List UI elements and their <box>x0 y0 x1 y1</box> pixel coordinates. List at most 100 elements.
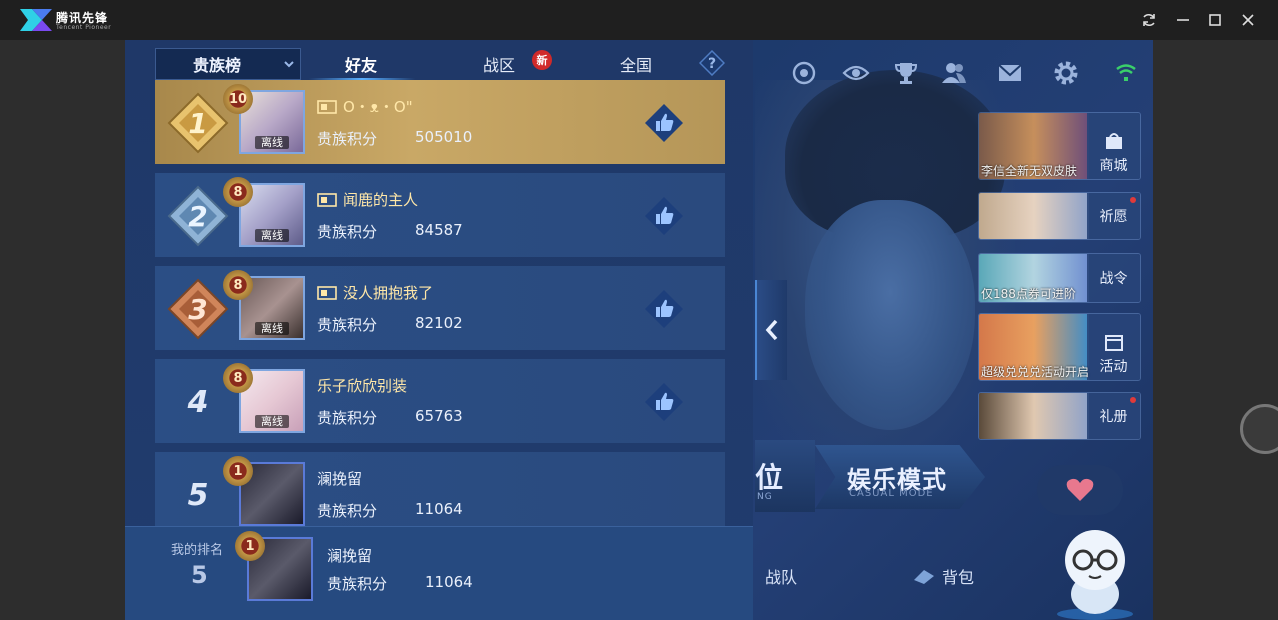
thumbs-up-icon[interactable] <box>643 195 685 237</box>
svg-text:1: 1 <box>188 107 207 140</box>
new-badge: 新 <box>532 50 552 70</box>
noble-level-badge: 8 <box>223 177 253 207</box>
player-name: 没人拥抱我了 <box>317 282 433 303</box>
leaderboard-panel: 贵族榜 好友 战区 新 全国 ? 1 离线 10 O・ᴥ・O" 贵族积分 505… <box>125 40 753 620</box>
svg-text:?: ? <box>708 56 716 72</box>
game-screen: 商城 李信全新无双皮肤 祈愿 战令 仅188点券可进阶 活动 超级兑兑兑活动开启… <box>125 40 1153 620</box>
player-name: 澜挽留 <box>317 468 362 489</box>
app-subtitle: Tencent Pioneer <box>56 24 112 31</box>
score-value: 65763 <box>415 407 463 425</box>
rank-number: 5 <box>187 477 209 513</box>
tile-shop-label: 商城 <box>1099 158 1128 174</box>
tab-region[interactable]: 战区 <box>483 52 515 76</box>
ranked-mode-label: 位 <box>755 461 784 494</box>
gear-icon <box>1054 61 1078 85</box>
target-icon <box>792 61 816 85</box>
leaderboard-row[interactable]: 5 1 澜挽留 贵族积分 11064 <box>155 452 725 526</box>
nav-team[interactable]: 战队 <box>765 564 797 588</box>
notification-dot <box>1130 397 1136 403</box>
online-status: 离线 <box>255 322 289 335</box>
rank-number: 4 <box>187 384 209 420</box>
leaderboard-row[interactable]: 1 离线 10 O・ᴥ・O" 贵族积分 505010 <box>155 80 725 164</box>
my-score-value: 11064 <box>425 573 473 591</box>
mail-button[interactable] <box>995 58 1025 88</box>
my-rank-bar: 我的排名 5 1 澜挽留 贵族积分 11064 <box>125 526 753 620</box>
close-button[interactable] <box>1234 6 1262 34</box>
leaderboard-row[interactable]: 2 离线 8 闻鹿的主人 贵族积分 84587 <box>155 173 725 257</box>
tile-battle-pass-caption: 仅188点券可进阶 <box>981 287 1076 301</box>
score-label: 贵族积分 <box>317 223 378 241</box>
tile-gift-book-label: 礼册 <box>1099 409 1128 425</box>
refresh-button[interactable] <box>1135 6 1163 34</box>
noble-level-badge: 8 <box>223 363 253 393</box>
nav-backpack[interactable]: 背包 <box>910 564 974 588</box>
like-bubble[interactable] <box>1037 465 1123 515</box>
my-rank-number: 5 <box>191 561 208 589</box>
score-value: 84587 <box>415 221 463 239</box>
svg-text:2: 2 <box>188 200 207 233</box>
leaderboard-type-dropdown[interactable]: 贵族榜 <box>155 48 301 80</box>
score-label: 贵族积分 <box>317 316 378 334</box>
pet-mascot[interactable] <box>1053 520 1137 620</box>
online-status: 离线 <box>255 136 289 149</box>
top-icon-bar <box>755 54 1153 94</box>
score-label: 贵族积分 <box>317 409 378 427</box>
tile-events-caption: 超级兑兑兑活动开启 <box>981 365 1090 379</box>
hero-portrait <box>805 200 975 430</box>
spectate-button[interactable] <box>841 58 871 88</box>
thumbs-up-icon[interactable] <box>643 381 685 423</box>
player-name: 闻鹿的主人 <box>317 189 418 210</box>
trophy-button[interactable] <box>891 58 921 88</box>
trophy-icon <box>894 63 918 84</box>
question-icon[interactable]: ? <box>699 50 725 76</box>
nameplate-icon <box>317 99 337 114</box>
dropdown-value: 贵族榜 <box>192 56 241 75</box>
player-name-text: O・ᴥ・O" <box>343 98 413 116</box>
score-value: 11064 <box>415 500 463 518</box>
tile-shop-caption: 李信全新无双皮肤 <box>981 164 1078 178</box>
nameplate-icon <box>317 285 337 300</box>
nav-backpack-label: 背包 <box>942 568 975 587</box>
casual-mode-sublabel: CASUAL MODE <box>849 488 934 499</box>
wifi-signal-icon <box>1116 64 1136 81</box>
thumbs-up-icon[interactable] <box>643 102 685 144</box>
leaderboard-tabs: 贵族榜 好友 战区 新 全国 ? <box>155 46 725 82</box>
player-name: 乐子欣欣别装 <box>317 375 407 396</box>
score-value: 82102 <box>415 314 463 332</box>
settings-button[interactable] <box>1051 58 1081 88</box>
target-button[interactable] <box>789 58 819 88</box>
tile-shop[interactable]: 商城 李信全新无双皮肤 <box>978 112 1141 180</box>
refresh-icon <box>1143 13 1155 27</box>
friends-button[interactable] <box>939 58 969 88</box>
noble-level-badge: 8 <box>223 270 253 300</box>
player-name-text: 澜挽留 <box>317 470 363 488</box>
maximize-button[interactable] <box>1201 6 1229 34</box>
player-name-text: 闻鹿的主人 <box>343 191 419 209</box>
tab-friends[interactable]: 好友 <box>345 52 377 76</box>
score-value: 505010 <box>415 128 473 146</box>
tile-wish-image <box>979 193 1089 239</box>
eye-icon <box>842 65 870 81</box>
window-title-bar: 腾讯先锋 Tencent Pioneer <box>0 0 1278 40</box>
leaderboard-row[interactable]: 4 离线 8 乐子欣欣别装 贵族积分 65763 <box>155 359 725 443</box>
player-name-text: 没人拥抱我了 <box>343 284 434 302</box>
score-label: 贵族积分 <box>317 502 378 520</box>
chevron-left-icon <box>765 319 778 341</box>
my-score-label: 贵族积分 <box>327 575 388 593</box>
app-logo-icon <box>20 9 52 31</box>
thumbs-up-icon[interactable] <box>643 288 685 330</box>
maximize-icon <box>1209 14 1221 26</box>
collapse-panel-button[interactable] <box>755 280 787 380</box>
tile-battle-pass[interactable]: 战令 仅188点券可进阶 <box>978 253 1141 303</box>
online-status: 离线 <box>255 229 289 242</box>
minimize-button[interactable] <box>1169 6 1197 34</box>
minimize-icon <box>1177 19 1189 21</box>
leaderboard-row[interactable]: 3 离线 8 没人拥抱我了 贵族积分 82102 <box>155 266 725 350</box>
tab-national[interactable]: 全国 <box>620 52 652 76</box>
tile-wish[interactable]: 祈愿 <box>978 192 1141 240</box>
player-name: O・ᴥ・O" <box>317 96 413 117</box>
tile-events[interactable]: 活动 超级兑兑兑活动开启 <box>978 313 1141 381</box>
svg-text:3: 3 <box>188 293 207 326</box>
network-status <box>1111 58 1141 88</box>
tile-gift-book[interactable]: 礼册 <box>978 392 1141 440</box>
